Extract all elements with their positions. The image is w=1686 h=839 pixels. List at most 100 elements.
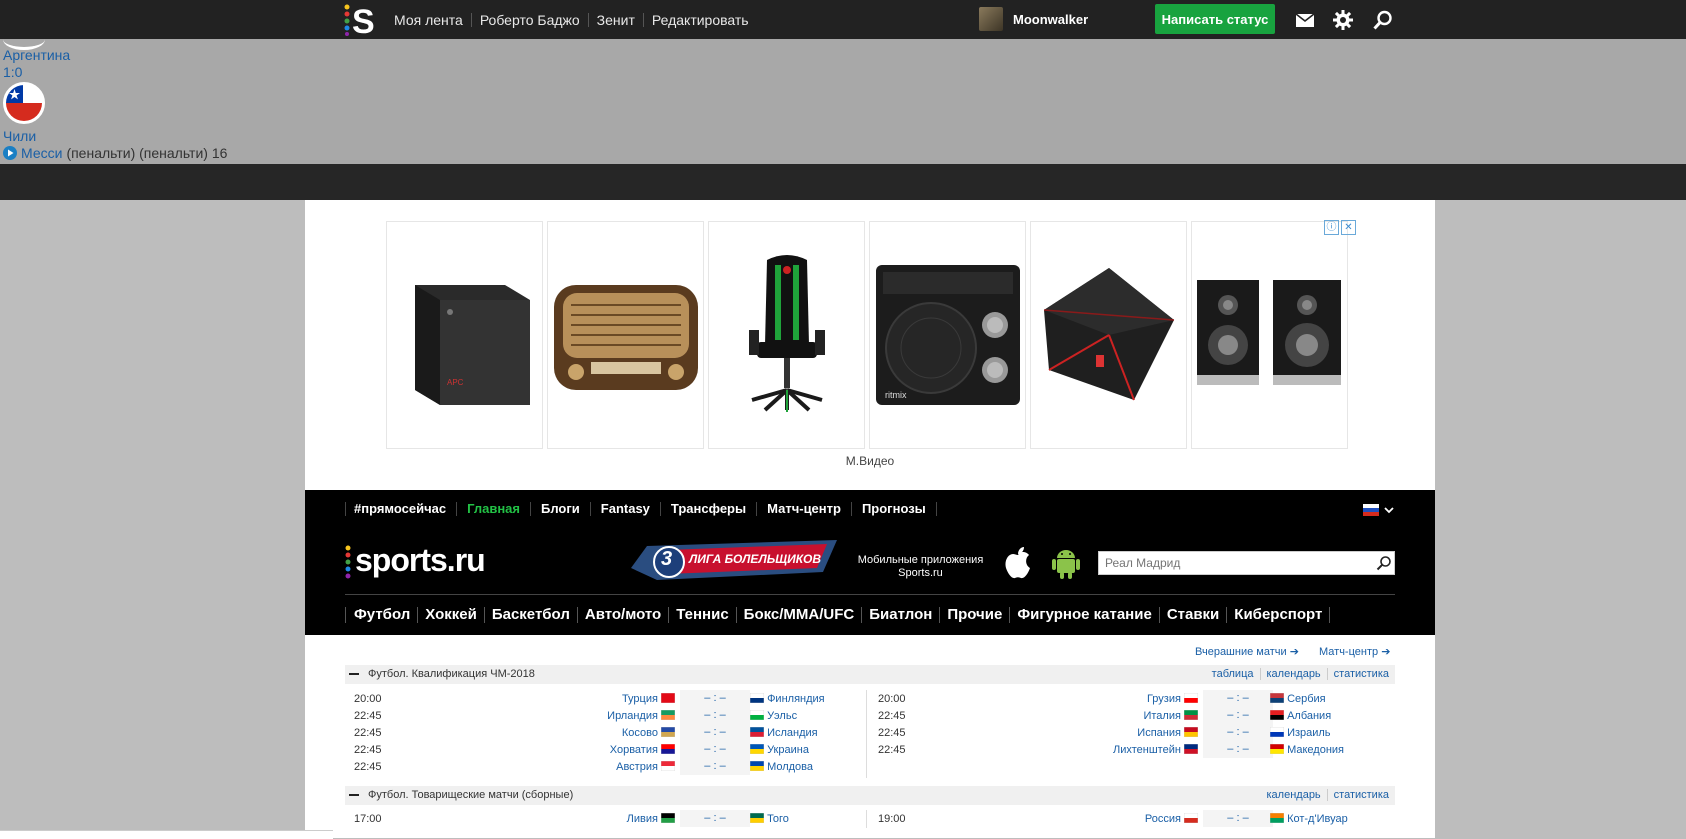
nav-home[interactable]: Главная [457, 502, 531, 516]
sports-logo-icon[interactable]: S [344, 3, 378, 36]
ad-item-speakers[interactable] [1191, 221, 1348, 449]
nav-transfers[interactable]: Трансферы [661, 502, 758, 516]
match-score[interactable]: – : – [680, 741, 750, 758]
match-score[interactable]: – : – [680, 724, 750, 741]
home-team[interactable]: Ирландия [607, 710, 675, 722]
action-stats[interactable]: статистика [1326, 668, 1395, 680]
ad-item-gaming-chair[interactable] [708, 221, 865, 449]
match-row[interactable]: 22:45 Испания – : – Израиль [878, 724, 1398, 742]
top-nav-my-feed[interactable]: Моя лента [394, 12, 472, 27]
ad-item-ritmix-radio[interactable]: ritmix [869, 221, 1026, 449]
sport-basketball[interactable]: Баскетбол [485, 607, 578, 623]
ad-source[interactable]: М.Видео [305, 454, 1435, 468]
sport-other[interactable]: Прочие [940, 607, 1011, 623]
away-team[interactable]: Албания [1270, 710, 1331, 722]
match-score[interactable]: – : – [1203, 707, 1273, 724]
match-row[interactable]: 22:45 Италия – : – Албания [878, 707, 1398, 725]
action-table[interactable]: таблица [1206, 668, 1260, 680]
play-icon[interactable] [3, 146, 17, 160]
mail-icon[interactable] [1294, 9, 1316, 31]
android-icon[interactable] [1051, 546, 1081, 580]
action-calendar[interactable]: календарь [1261, 789, 1327, 801]
ad-item-ups[interactable]: APC [386, 221, 543, 449]
sport-biathlon[interactable]: Биатлон [862, 607, 941, 623]
away-team[interactable]: Украина [750, 744, 809, 756]
match-score[interactable]: – : – [680, 810, 750, 827]
site-search-icon[interactable] [1376, 555, 1392, 571]
home-team[interactable]: Косово [622, 727, 675, 739]
match-score[interactable]: – : – [1203, 741, 1273, 758]
sport-esports[interactable]: Киберспорт [1227, 607, 1331, 623]
away-team[interactable]: Кот-д'Ивуар [1270, 813, 1348, 825]
chile-flag-icon[interactable] [3, 82, 45, 124]
section-header-friendlies[interactable]: Футбол. Товарищеские матчи (сборные) кал… [345, 786, 1395, 805]
sport-football[interactable]: Футбол [345, 607, 419, 623]
collapse-icon[interactable] [349, 794, 359, 796]
collapse-icon[interactable] [349, 673, 359, 675]
scorer-link[interactable]: Месси [21, 145, 62, 161]
sport-auto-moto[interactable]: Авто/мото [578, 607, 670, 623]
home-team[interactable]: Россия [1145, 813, 1198, 825]
home-team[interactable]: Турция [622, 693, 675, 705]
sport-hockey[interactable]: Хоккей [418, 607, 485, 623]
top-nav-zenit[interactable]: Зенит [589, 12, 644, 27]
away-team[interactable]: Того [750, 813, 789, 825]
home-team[interactable]: Хорватия [610, 744, 675, 756]
top-nav-roberto-baggio[interactable]: Роберто Баджо [472, 12, 589, 27]
avatar[interactable] [979, 7, 1003, 31]
sport-betting[interactable]: Ставки [1160, 607, 1228, 623]
match-row[interactable]: 20:00 Грузия – : – Сербия [878, 690, 1398, 708]
section-header-wc-qualification[interactable]: Футбол. Квалификация ЧМ-2018 таблица кал… [345, 665, 1395, 684]
home-team[interactable]: Лихтенштейн [1113, 744, 1198, 756]
match-row[interactable]: 22:45 Лихтенштейн – : – Македония [878, 741, 1398, 759]
away-team[interactable]: Исландия [750, 727, 818, 739]
team1-link[interactable]: Аргентина [3, 47, 70, 63]
mobile-apps[interactable]: Мобильные приложения Sports.ru [853, 554, 988, 580]
match-center-link[interactable]: Матч-центр ➔ [1319, 645, 1390, 658]
away-team[interactable]: Финляндия [750, 693, 825, 705]
away-team[interactable]: Македония [1270, 744, 1344, 756]
nav-match-center[interactable]: Матч-центр [757, 502, 852, 516]
user-profile[interactable]: Moonwalker [979, 7, 1088, 31]
sport-figure-skating[interactable]: Фигурное катание [1010, 607, 1160, 623]
match-row[interactable]: 22:45 Хорватия – : – Украина [354, 741, 874, 759]
gear-icon[interactable] [1332, 9, 1354, 31]
site-search-input[interactable] [1098, 551, 1395, 575]
home-team[interactable]: Ливия [627, 813, 675, 825]
yesterday-matches-link[interactable]: Вчерашние матчи ➔ [1195, 645, 1299, 658]
home-team[interactable]: Грузия [1147, 693, 1198, 705]
site-logo[interactable]: sports.ru [345, 542, 486, 579]
home-team[interactable]: Австрия [616, 761, 675, 773]
match-score[interactable]: – : – [1203, 690, 1273, 707]
top-nav-edit[interactable]: Редактировать [644, 13, 757, 27]
match-row[interactable]: 17:00 Ливия – : – Того [354, 810, 874, 828]
action-calendar[interactable]: календарь [1259, 668, 1327, 680]
match-row[interactable]: 19:00 Россия – : – Кот-д'Ивуар [878, 810, 1398, 828]
match-score[interactable]: – : – [680, 758, 750, 775]
away-team[interactable]: Сербия [1270, 693, 1326, 705]
away-team[interactable]: Молдова [750, 761, 813, 773]
away-team[interactable]: Уэльс [750, 710, 797, 722]
nav-blogs[interactable]: Блоги [531, 502, 591, 516]
match-score[interactable]: – : – [680, 707, 750, 724]
username[interactable]: Moonwalker [1013, 12, 1088, 27]
match-row[interactable]: 22:45 Ирландия – : – Уэльс [354, 707, 874, 725]
match-score[interactable]: – : – [1203, 724, 1273, 741]
sport-tennis[interactable]: Теннис [669, 607, 737, 623]
nav-predictions[interactable]: Прогнозы [852, 502, 937, 516]
apple-icon[interactable] [1003, 546, 1033, 580]
fan-league-banner[interactable]: 3 ЛИГА БОЛЕЛЬЩИКОВ [627, 538, 843, 582]
sport-boxing-mma[interactable]: Бокс/ММА/UFC [737, 607, 863, 623]
home-team[interactable]: Италия [1143, 710, 1198, 722]
nav-fantasy[interactable]: Fantasy [591, 502, 661, 516]
write-status-button[interactable]: Написать статус [1155, 4, 1275, 34]
match-row[interactable]: 20:00 Турция – : – Финляндия [354, 690, 874, 708]
ad-info-icon[interactable]: ⓘ [1324, 220, 1339, 235]
ad-close-icon[interactable]: ✕ [1341, 220, 1356, 235]
match-score[interactable]: – : – [680, 690, 750, 707]
match-row[interactable]: 22:45 Косово – : – Исландия [354, 724, 874, 742]
team2-link[interactable]: Чили [3, 128, 36, 144]
ad-item-retro-radio[interactable] [547, 221, 704, 449]
search-icon[interactable] [1372, 9, 1394, 31]
nav-live-now[interactable]: #прямосейчас [345, 502, 458, 516]
